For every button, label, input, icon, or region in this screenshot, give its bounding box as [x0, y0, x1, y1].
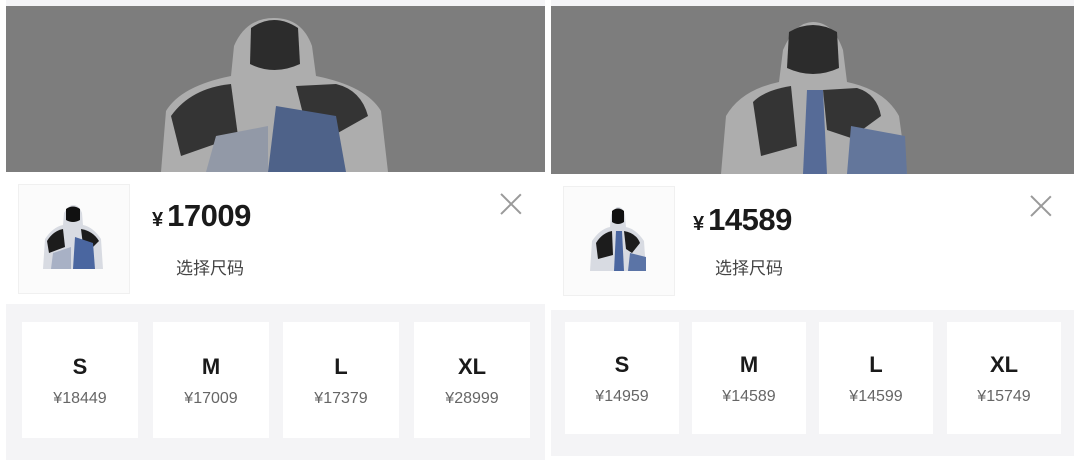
size-options: S ¥14959 M ¥14589 L ¥14599 XL ¥15749 [551, 310, 1074, 456]
size-price: ¥14589 [722, 388, 776, 405]
size-option-m[interactable]: M ¥17009 [153, 322, 269, 438]
size-price: ¥18449 [53, 390, 107, 407]
currency-symbol: ¥ [152, 209, 164, 231]
product-info: ¥17009 选择尺码 [6, 172, 545, 304]
size-options: S ¥18449 M ¥17009 L ¥17379 XL ¥28999 [6, 304, 545, 460]
size-label: L [334, 354, 348, 379]
size-price: ¥17379 [314, 390, 368, 407]
size-option-xl[interactable]: XL ¥28999 [414, 322, 530, 438]
product-hero-image [551, 6, 1074, 174]
jacket-thumbnail-icon [43, 205, 103, 269]
size-price: ¥17009 [184, 390, 238, 407]
price-value: 14589 [708, 202, 792, 237]
size-price: ¥14959 [595, 388, 649, 405]
selected-price: ¥17009 [152, 198, 251, 234]
product-thumbnail [563, 186, 675, 296]
size-label: L [869, 352, 883, 377]
jacket-image [721, 22, 907, 174]
product-thumbnail [18, 184, 130, 294]
size-label: S [614, 352, 630, 377]
price-value: 17009 [167, 198, 251, 233]
size-label: XL [989, 352, 1019, 377]
size-option-s[interactable]: S ¥18449 [22, 322, 138, 438]
size-option-xl[interactable]: XL ¥15749 [947, 322, 1061, 434]
size-price: ¥14599 [849, 388, 903, 405]
size-label: S [72, 354, 88, 379]
jacket-thumbnail-icon [590, 207, 646, 271]
product-info: ¥14589 选择尺码 [551, 174, 1074, 310]
close-icon[interactable] [499, 192, 523, 216]
selected-price: ¥14589 [693, 202, 792, 238]
select-size-label: 选择尺码 [176, 259, 244, 279]
size-label: M [739, 352, 759, 377]
product-hero-image [6, 6, 545, 172]
size-label: XL [457, 354, 487, 379]
size-price: ¥15749 [977, 388, 1031, 405]
size-option-m[interactable]: M ¥14589 [692, 322, 806, 434]
size-price: ¥28999 [445, 390, 499, 407]
close-icon[interactable] [1029, 194, 1053, 218]
jacket-image [161, 18, 388, 172]
size-option-l[interactable]: L ¥14599 [819, 322, 933, 434]
currency-symbol: ¥ [693, 213, 705, 235]
size-option-l[interactable]: L ¥17379 [283, 322, 399, 438]
product-sheet-2: ¥14589 选择尺码 S ¥14959 M ¥14589 L ¥14599 X… [551, 0, 1074, 456]
select-size-label: 选择尺码 [715, 259, 783, 279]
size-label: M [201, 354, 221, 379]
product-sheet-1: ¥17009 选择尺码 S ¥18449 M ¥17009 L ¥17379 X… [6, 0, 545, 460]
size-option-s[interactable]: S ¥14959 [565, 322, 679, 434]
